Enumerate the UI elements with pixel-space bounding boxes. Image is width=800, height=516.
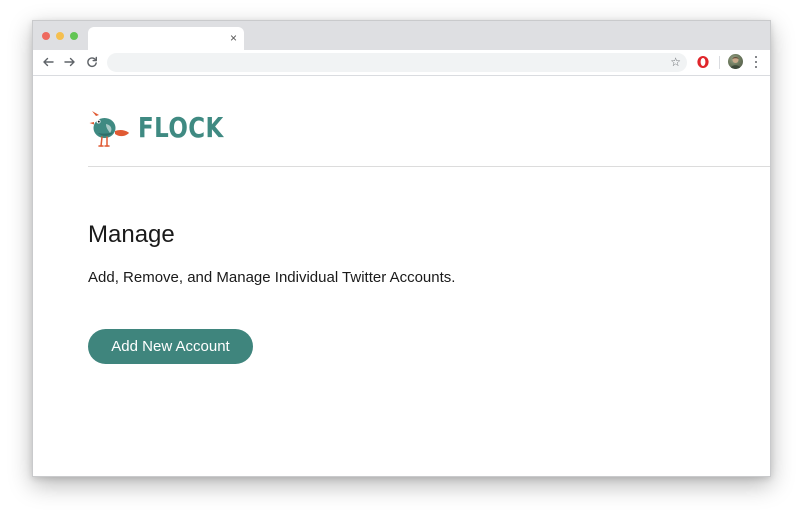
bird-logo-icon <box>89 111 129 147</box>
page-title: Manage <box>88 221 175 248</box>
reload-icon <box>87 56 97 67</box>
flock-logo[interactable]: FLOCK <box>88 106 243 150</box>
arrow-left-icon <box>43 57 54 67</box>
browser-tab[interactable]: × <box>88 27 244 50</box>
header-divider <box>88 166 770 167</box>
browser-window: × ☆ FLOCK Manage Add, Remove, and Manage… <box>32 20 771 477</box>
reload-button[interactable] <box>84 54 100 70</box>
add-new-account-button[interactable]: Add New Account <box>88 329 253 364</box>
toolbar-divider <box>719 56 720 69</box>
title-bar: × <box>33 21 770 50</box>
back-button[interactable] <box>40 54 56 70</box>
opera-extension-icon[interactable] <box>696 55 710 69</box>
browser-toolbar: ☆ <box>33 50 770 76</box>
tab-close-icon[interactable]: × <box>230 30 237 46</box>
minimize-window-button[interactable] <box>56 32 64 40</box>
arrow-right-icon <box>64 57 75 67</box>
profile-avatar[interactable] <box>728 54 743 69</box>
maximize-window-button[interactable] <box>70 32 78 40</box>
page-description: Add, Remove, and Manage Individual Twitt… <box>88 269 456 286</box>
forward-button[interactable] <box>62 54 78 70</box>
browser-menu-icon[interactable] <box>751 55 761 69</box>
address-bar[interactable]: ☆ <box>107 53 687 72</box>
page-content: FLOCK Manage Add, Remove, and Manage Ind… <box>33 76 770 476</box>
brand-name: FLOCK <box>138 111 224 144</box>
bookmark-star-icon[interactable]: ☆ <box>670 54 681 71</box>
close-window-button[interactable] <box>42 32 50 40</box>
